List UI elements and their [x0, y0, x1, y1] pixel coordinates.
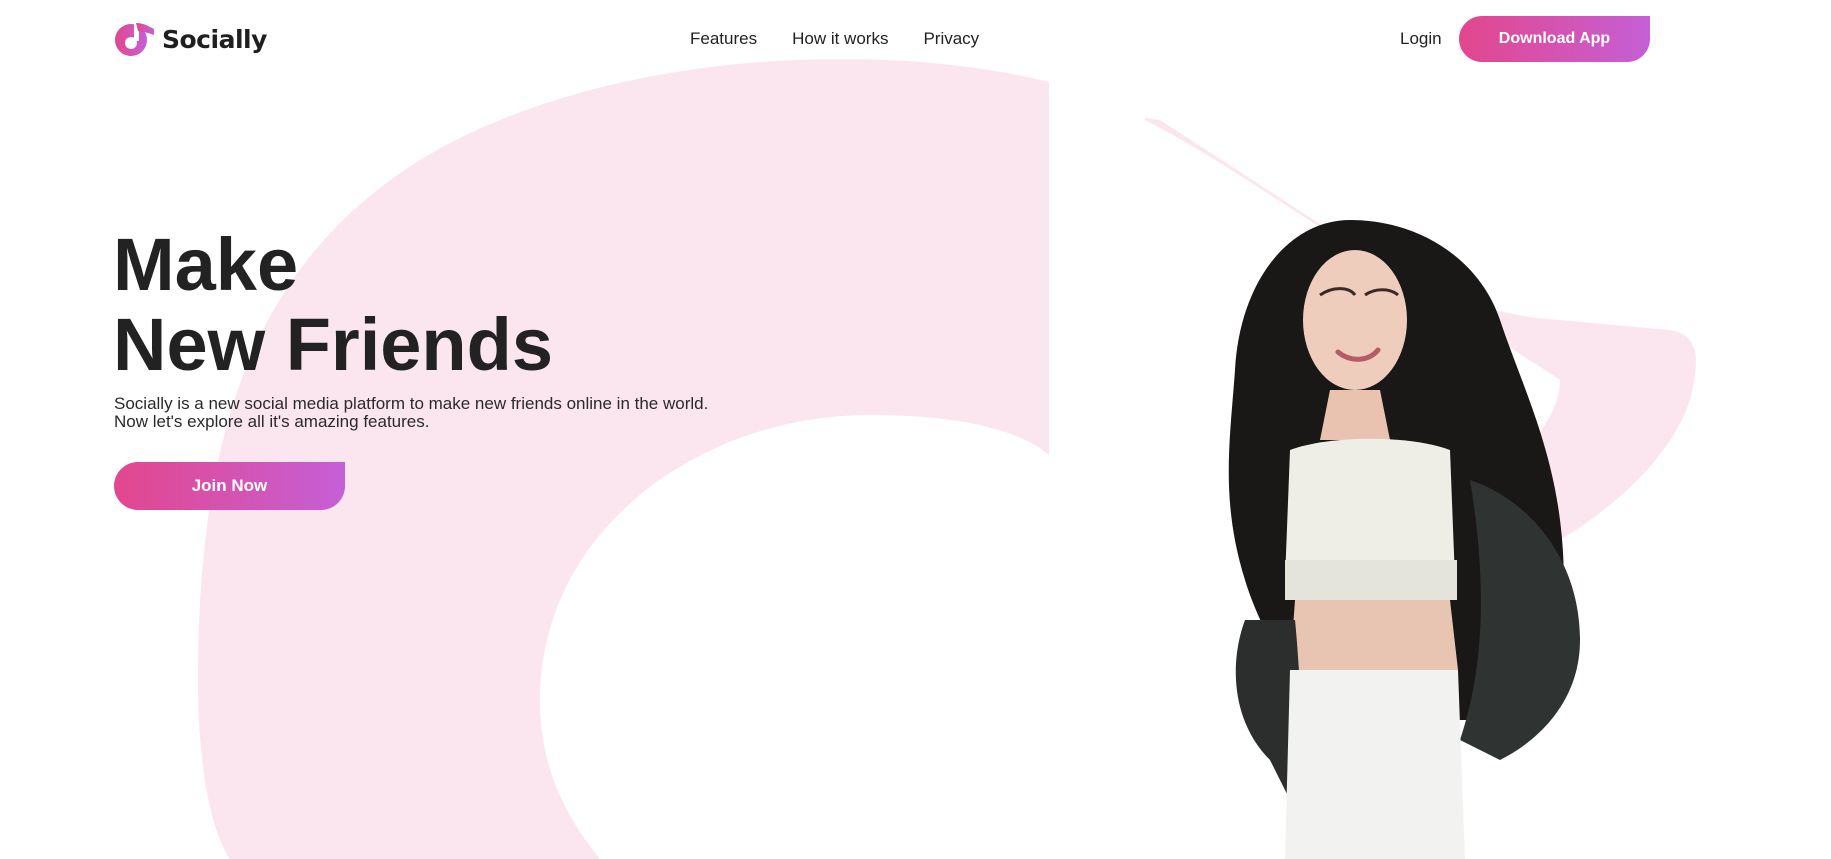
nav-link-features[interactable]: Features: [690, 29, 757, 49]
music-note-logo-icon: [115, 23, 154, 56]
logo[interactable]: Socially: [114, 21, 267, 57]
join-now-button[interactable]: Join Now: [114, 462, 345, 510]
download-app-button[interactable]: Download App: [1459, 16, 1650, 62]
nav-link-privacy[interactable]: Privacy: [923, 29, 979, 49]
login-link[interactable]: Login: [1400, 29, 1442, 49]
nav-link-how-it-works[interactable]: How it works: [792, 29, 888, 49]
main-nav: Features How it works Privacy: [690, 29, 979, 49]
hero-title: Make New Friends: [113, 225, 553, 385]
hero-title-line-1: Make: [113, 223, 299, 306]
hero-description: Socially is a new social media platform …: [114, 394, 709, 431]
logo-text: Socially: [162, 24, 267, 54]
hero-title-line-2: New Friends: [113, 303, 553, 386]
hero-person-image: [1228, 220, 1580, 859]
